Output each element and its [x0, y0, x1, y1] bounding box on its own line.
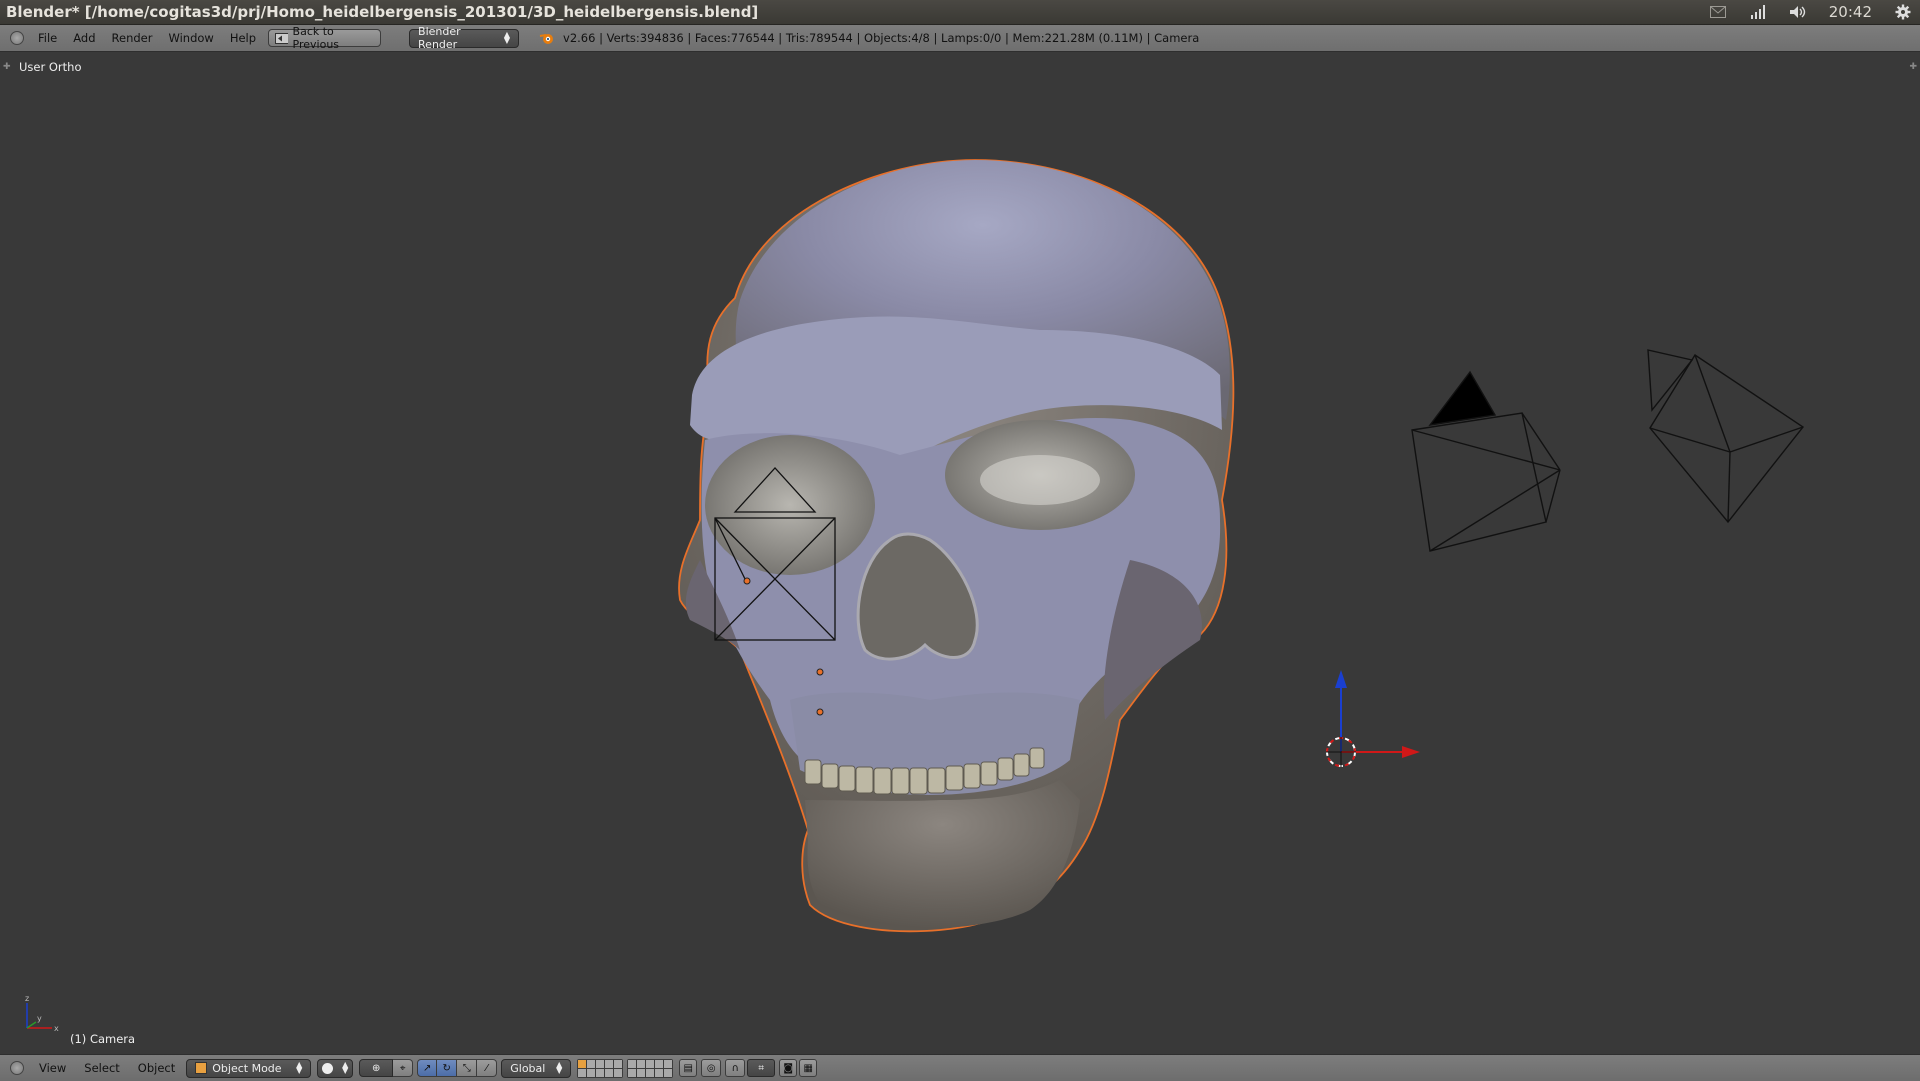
magnet-icon: ∩	[731, 1062, 739, 1074]
axis-x-label: x	[54, 1024, 59, 1033]
axis-y-label: y	[37, 1014, 42, 1023]
volume-icon[interactable]	[1789, 4, 1807, 20]
viewport-shading-select[interactable]: ▲ ▼	[317, 1058, 354, 1078]
os-title-bar: Blender* [/home/cogitas3d/prj/Homo_heide…	[0, 0, 1920, 25]
origin-point[interactable]	[816, 668, 824, 676]
proportional-edit-icon: ◎	[706, 1062, 716, 1074]
manipulator-options-button[interactable]: ⁄	[477, 1059, 498, 1077]
area-split-handle-left[interactable]: ✚	[3, 62, 11, 72]
window-title: Blender* [/home/cogitas3d/prj/Homo_heide…	[6, 3, 759, 21]
left-orbit	[705, 435, 875, 575]
origin-point[interactable]	[816, 708, 824, 716]
pivot-icon: ⊕	[372, 1062, 381, 1074]
object-mode-icon	[195, 1062, 208, 1074]
proportional-edit-toggle[interactable]: ◎	[701, 1059, 722, 1077]
translate-manipulator-button[interactable]: ↗	[417, 1059, 438, 1077]
render-animation-button[interactable]: ▦	[799, 1059, 818, 1077]
menu-object[interactable]: Object	[129, 1061, 184, 1075]
render-engine-value: Blender Render	[418, 25, 461, 51]
scene-layers-group-2[interactable]	[627, 1058, 674, 1078]
menu-help[interactable]: Help	[222, 31, 264, 45]
pivot-point-select[interactable]: ⊕	[359, 1059, 394, 1077]
editor-type-icon[interactable]	[10, 1061, 24, 1075]
manipulator-options-icon: ⁄	[485, 1062, 488, 1074]
menu-render[interactable]: Render	[104, 31, 161, 45]
lock-icon: ▤	[683, 1062, 693, 1074]
scene-statistics: v2.66 | Verts:394836 | Faces:776544 | Tr…	[563, 31, 1200, 45]
menu-file[interactable]: File	[30, 31, 65, 45]
back-icon	[275, 32, 288, 44]
selected-origin-point[interactable]	[743, 577, 751, 585]
orientation-value: Global	[510, 1061, 546, 1075]
clapper-icon: ▦	[803, 1062, 813, 1074]
snap-toggle[interactable]: ∩	[725, 1059, 746, 1077]
axis-z-label: z	[25, 994, 29, 1003]
camera-object-1[interactable]	[1411, 370, 1561, 552]
camera-object-2[interactable]	[1647, 349, 1805, 524]
manipulator-toggle[interactable]: ⌖	[393, 1059, 414, 1077]
active-object-label: (1) Camera	[70, 1032, 136, 1046]
menu-select[interactable]: Select	[75, 1061, 128, 1075]
solid-shading-icon	[322, 1062, 334, 1074]
gear-icon[interactable]	[1894, 4, 1912, 20]
mode-select[interactable]: Object Mode ▲ ▼	[186, 1058, 312, 1078]
system-tray: 20:42	[1709, 0, 1912, 24]
3d-cursor-icon[interactable]	[1326, 737, 1356, 767]
camera-icon: ◙	[783, 1062, 794, 1074]
select-arrows-icon: ▲ ▼	[342, 1060, 349, 1075]
menu-add[interactable]: Add	[65, 31, 103, 45]
mail-icon[interactable]	[1709, 4, 1727, 20]
lock-camera-toggle[interactable]: ▤	[679, 1059, 698, 1077]
translate-icon: ↗	[423, 1062, 432, 1074]
mode-value: Object Mode	[212, 1061, 282, 1075]
menu-view[interactable]: View	[30, 1061, 75, 1075]
select-arrows-icon: ▲ ▼	[556, 1060, 563, 1075]
back-to-previous-button[interactable]: Back to Previous	[268, 25, 382, 51]
editor-type-icon[interactable]	[10, 31, 24, 45]
info-header: File Add Render Window Help Back to Prev…	[0, 25, 1920, 52]
3d-view-header: View Select Object Object Mode ▲ ▼ ▲ ▼ ⊕ ⌖…	[0, 1054, 1920, 1081]
select-arrows-icon: ▲ ▼	[296, 1060, 303, 1075]
snap-increment-icon: ⌗	[758, 1062, 765, 1074]
clock[interactable]: 20:42	[1829, 3, 1872, 21]
select-arrows-icon: ▲ ▼	[503, 30, 511, 45]
menu-window[interactable]: Window	[160, 31, 221, 45]
back-to-previous-label: Back to Previous	[292, 25, 340, 51]
view-name-label: User Ortho	[19, 60, 82, 74]
scale-icon: ⤡	[462, 1062, 471, 1074]
transform-manipulator[interactable]	[1335, 670, 1420, 758]
render-engine-select[interactable]: Blender Render ▲ ▼	[409, 25, 520, 51]
manipulator-icon: ⌖	[399, 1062, 406, 1074]
transform-orientation-select[interactable]: Global ▲ ▼	[501, 1058, 572, 1078]
area-split-handle-right[interactable]: ✚	[1909, 62, 1917, 72]
network-signal-icon[interactable]	[1749, 4, 1767, 20]
render-still-button[interactable]: ◙	[779, 1059, 798, 1077]
scene-canvas[interactable]: z x y	[0, 52, 1920, 1053]
rotate-manipulator-button[interactable]: ↻	[437, 1059, 458, 1077]
skull-mesh[interactable]	[678, 159, 1235, 933]
rotate-icon: ↻	[442, 1062, 451, 1074]
blender-logo-icon	[539, 31, 555, 45]
scene-layers-group-1[interactable]	[577, 1058, 624, 1078]
scale-manipulator-button[interactable]: ⤡	[457, 1059, 478, 1077]
snap-element-select[interactable]: ⌗	[747, 1059, 776, 1077]
3d-viewport[interactable]: z x y User Ortho (1) Camera ✚ ✚	[0, 52, 1920, 1053]
